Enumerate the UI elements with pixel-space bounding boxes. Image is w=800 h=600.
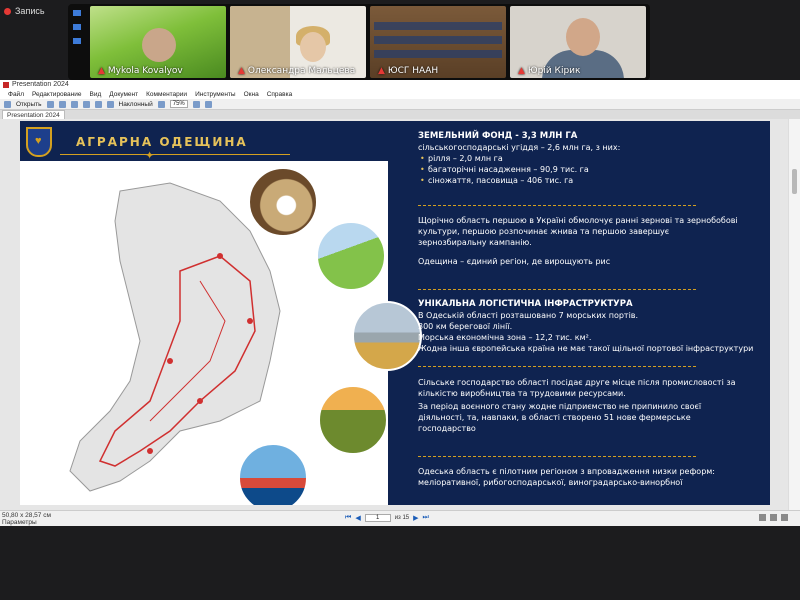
single-page-icon[interactable]: [759, 514, 766, 521]
vertical-scrollbar[interactable]: [788, 119, 800, 510]
page-navigation: ⏮ ◀ 1 из 15 ▶ ⏭: [345, 514, 429, 522]
select-tool-icon[interactable]: [94, 100, 102, 108]
participant-tile[interactable]: ▲ Mykola Kovalyov: [90, 6, 226, 78]
field-magnifier-photo: [316, 221, 386, 291]
mic-muted-icon: ▲: [98, 66, 105, 76]
land-item: багаторічні насадження – 90,9 тис. га: [418, 164, 738, 175]
participant-name: Юрій Кірик: [527, 66, 581, 76]
participant-tile[interactable]: ▲ Юрій Кірик: [510, 6, 646, 78]
page-count: из 15: [394, 515, 410, 521]
zoom-in-icon[interactable]: [192, 100, 200, 108]
logistics-heading: УНІКАЛЬНА ЛОГІСТИЧНА ІНФРАСТРУКТУРА: [418, 299, 633, 309]
reforms-paragraph: Одеська область є пілотним регіоном з вп…: [418, 467, 715, 487]
city-marker: [247, 318, 253, 324]
city-marker: [167, 358, 173, 364]
facing-icon[interactable]: [781, 514, 788, 521]
logistics-line: Жодна інша європейська країна не має так…: [418, 344, 754, 353]
land-item: рілля – 2,0 млн га: [418, 153, 738, 164]
wartime-paragraph: За період воєнного стану жодне підприємс…: [418, 402, 702, 433]
layout-icon[interactable]: [73, 10, 81, 16]
open-icon[interactable]: [4, 100, 11, 108]
city-marker: [217, 253, 223, 259]
mic-muted-icon: ▲: [518, 66, 525, 76]
layout-icon[interactable]: [73, 38, 81, 44]
layout-icon[interactable]: [73, 24, 81, 30]
recording-indicator: Запись: [4, 6, 45, 16]
continuous-icon[interactable]: [770, 514, 777, 521]
menu-comments[interactable]: Комментарии: [146, 90, 187, 99]
toolbar: Открыть Наклонный 75%: [0, 99, 800, 110]
page-dimensions: 50,80 x 28,57 см: [2, 512, 51, 519]
call-background: [0, 526, 800, 600]
window-title-bar: Presentation 2024: [0, 80, 800, 90]
tab-bar: Presentation 2024: [0, 110, 800, 119]
divider: [418, 289, 696, 290]
divider: [60, 154, 290, 155]
prev-page-icon[interactable]: ◀: [355, 514, 360, 522]
menu-document[interactable]: Документ: [109, 90, 138, 99]
participant-name: Олександра Мальцева: [247, 66, 356, 76]
fit-page-icon[interactable]: [157, 100, 165, 108]
logistics-line: В Одеській області розташовано 7 морськи…: [418, 311, 639, 320]
tab-presentation[interactable]: Presentation 2024: [2, 110, 65, 119]
city-marker: [147, 448, 153, 454]
city-marker: [197, 398, 203, 404]
agriculture-paragraph: Сільське господарство області посідає др…: [418, 378, 736, 398]
recording-label: Запись: [15, 6, 45, 16]
status-bar: 50,80 x 28,57 см Параметры ⏮ ◀ 1 из 15 ▶…: [0, 510, 800, 526]
page-number-input[interactable]: 1: [364, 514, 391, 522]
participant-name: ЮСГ НААН: [387, 66, 439, 76]
divider: [418, 456, 696, 457]
mic-muted-icon: ▲: [378, 66, 385, 76]
grain-photo: [248, 167, 318, 237]
port-photo: [352, 301, 422, 371]
mic-muted-icon: ▲: [238, 66, 245, 76]
next-page-icon[interactable]: ▶: [413, 514, 418, 522]
presentation-slide: ♥ АГРАРНА ОДЕЩИНА ✦ ЗЕМЕЛЬНИЙ ФОНД - 3,3…: [20, 121, 770, 505]
participant-name: Mykola Kovalyov: [107, 66, 183, 76]
harvest-paragraph: Щорічно область першою в Україні обмолоч…: [418, 216, 738, 247]
region-emblem-logo: ♥: [26, 127, 52, 157]
sea-port-photo: [238, 443, 308, 505]
first-page-icon[interactable]: ⏮: [345, 514, 351, 522]
zoom-tool-icon[interactable]: [106, 100, 114, 108]
menu-view[interactable]: Вид: [90, 90, 102, 99]
view-mode-button[interactable]: Наклонный: [119, 101, 153, 108]
window-title: Presentation 2024: [12, 81, 69, 88]
logistics-line: Морська економічна зона – 12,2 тис. км².: [418, 333, 592, 342]
menu-edit[interactable]: Редактирование: [32, 90, 82, 99]
view-tools: [759, 514, 788, 521]
participant-tile[interactable]: ▲ ЮСГ НААН: [370, 6, 506, 78]
params-button[interactable]: Параметры: [2, 519, 37, 526]
land-fund-subheading: сільськогосподарські угіддя – 2,6 млн га…: [418, 143, 621, 152]
save-icon[interactable]: [46, 100, 54, 108]
rice-paragraph: Одещина – єдиний регіон, де вирощують ри…: [418, 257, 611, 266]
menu-window[interactable]: Окна: [244, 90, 259, 99]
zoom-field[interactable]: 75%: [169, 100, 188, 108]
divider: [418, 205, 696, 206]
search-icon[interactable]: [204, 100, 212, 108]
logistics-line: 300 км берегової лінії.: [418, 322, 513, 331]
open-button[interactable]: Открыть: [16, 101, 42, 108]
print-icon[interactable]: [58, 100, 66, 108]
map-panel: [20, 161, 388, 505]
land-item: сіножаття, пасовища – 406 тис. га: [418, 175, 738, 186]
divider: [418, 366, 696, 367]
video-layout-controls[interactable]: [70, 10, 84, 44]
pdf-app-icon: [3, 82, 9, 88]
harvest-field-photo: [318, 385, 388, 455]
email-icon[interactable]: [70, 100, 78, 108]
menu-tools[interactable]: Инструменты: [195, 90, 236, 99]
menu-bar: Файл Редактирование Вид Документ Коммент…: [0, 90, 800, 99]
slide-brand-title: АГРАРНА ОДЕЩИНА: [76, 135, 248, 149]
record-dot-icon: [4, 7, 11, 15]
land-fund-heading: ЗЕМЕЛЬНИЙ ФОНД - 3,3 МЛН ГА: [418, 131, 578, 141]
hand-tool-icon[interactable]: [82, 100, 90, 108]
odesa-region-map: [69, 182, 281, 492]
participant-tile[interactable]: ▲ Олександра Мальцева: [230, 6, 366, 78]
menu-file[interactable]: Файл: [8, 90, 24, 99]
last-page-icon[interactable]: ⏭: [423, 514, 429, 522]
menu-help[interactable]: Справка: [267, 90, 293, 99]
scroll-thumb[interactable]: [792, 169, 797, 194]
